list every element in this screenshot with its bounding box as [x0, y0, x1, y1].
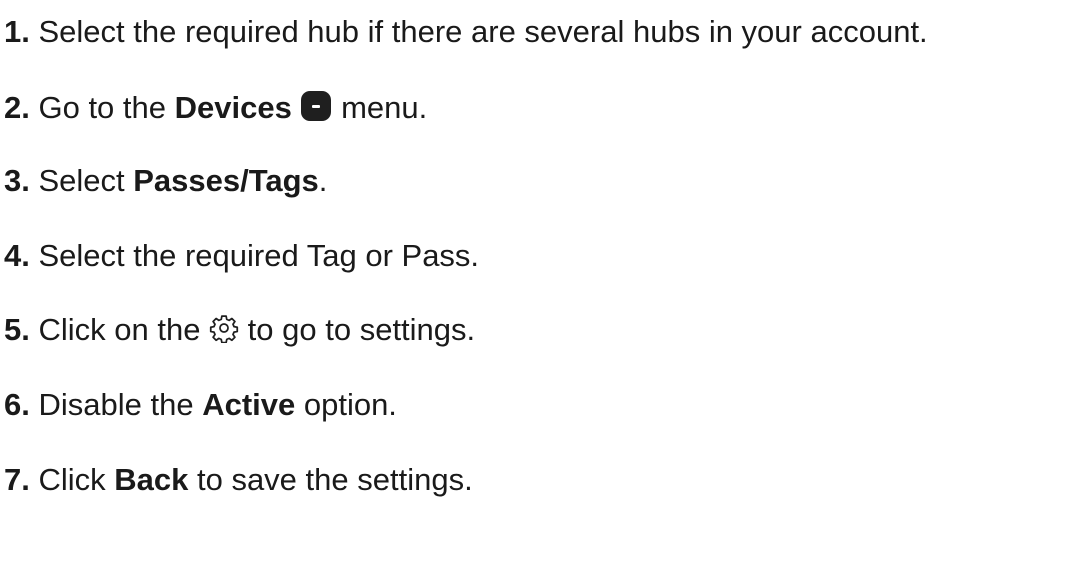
step-2: 2. Go to the Devices menu. — [4, 88, 427, 128]
step-number: 1. — [4, 14, 30, 49]
step-text-pre: Go to the — [29, 90, 175, 125]
step-text-pre: Select — [29, 163, 134, 198]
step-text-post: option. — [295, 387, 397, 422]
gear-icon — [209, 313, 239, 343]
step-text-post: to save the settings. — [188, 462, 473, 497]
step-number: 4. — [4, 238, 30, 273]
step-text: Select the required Tag or Pass. — [29, 238, 480, 273]
step-text-pre: Click — [29, 462, 115, 497]
step-7: 7. Click Back to save the settings. — [4, 460, 473, 500]
step-text-post: menu. — [332, 90, 428, 125]
step-1: 1. Select the required hub if there are … — [4, 12, 928, 52]
step-text-pre: Disable the — [29, 387, 203, 422]
passes-tags-label: Passes/Tags — [133, 163, 319, 198]
devices-label: Devices — [174, 90, 292, 125]
step-number: 7. — [4, 462, 30, 497]
step-number: 5. — [4, 312, 30, 347]
step-number: 3. — [4, 163, 30, 198]
step-text: Select the required hub if there are sev… — [29, 14, 928, 49]
step-text-post: . — [318, 163, 328, 198]
step-3: 3. Select Passes/Tags. — [4, 161, 327, 201]
step-5: 5. Click on the to go to settings. — [4, 310, 475, 350]
step-text-pre: Click on the — [29, 312, 210, 347]
back-label: Back — [114, 462, 189, 497]
step-text-post: to go to settings. — [239, 312, 476, 347]
step-6: 6. Disable the Active option. — [4, 385, 397, 425]
step-4: 4. Select the required Tag or Pass. — [4, 236, 479, 276]
step-number: 2. — [4, 90, 30, 125]
active-label: Active — [202, 387, 296, 422]
step-number: 6. — [4, 387, 30, 422]
devices-icon — [301, 91, 332, 121]
